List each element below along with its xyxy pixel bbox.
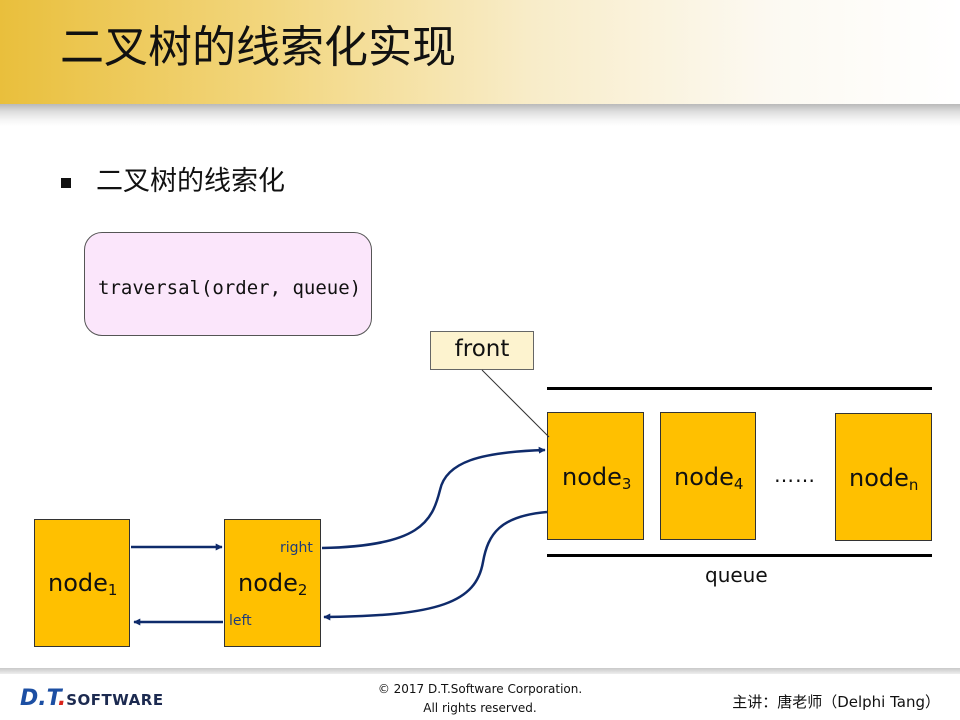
presenter-credit: 主讲：唐老师（Delphi Tang） <box>732 693 940 711</box>
connector-layer <box>131 369 550 626</box>
front-pointer-line <box>481 369 550 438</box>
footer-bar <box>0 668 960 674</box>
node3-to-left-arrow <box>323 510 548 621</box>
right-to-node3-arrow <box>321 446 546 550</box>
